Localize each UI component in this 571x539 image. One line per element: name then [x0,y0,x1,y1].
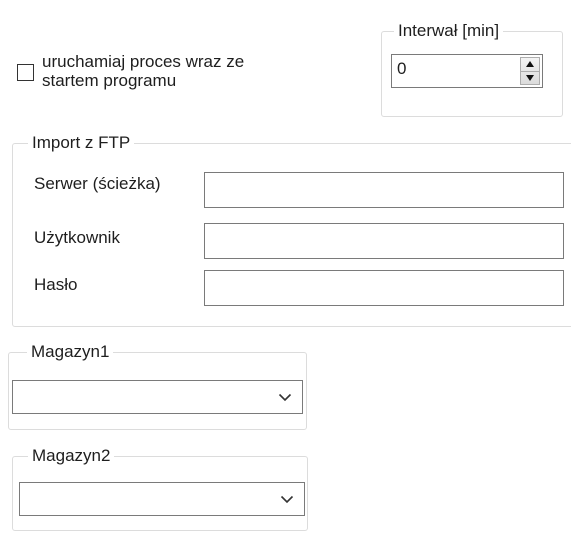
autostart-checkbox[interactable] [17,64,34,81]
warehouse2-legend: Magazyn2 [28,446,115,466]
user-label: Użytkownik [34,228,120,247]
autostart-label-line1: uruchamiaj proces wraz ze [42,52,245,71]
server-label: Serwer (ścieżka) [34,174,161,193]
chevron-down-icon[interactable] [280,494,294,504]
server-input[interactable] [204,172,564,208]
warehouse1-combobox[interactable] [12,380,303,414]
spin-up-icon[interactable] [526,61,534,67]
interval-spin-buttons[interactable] [520,57,540,85]
chevron-down-icon[interactable] [278,392,292,402]
password-label: Hasło [34,275,78,294]
warehouse2-group: Magazyn2 [12,446,308,531]
interval-numeric-input[interactable]: 0 [391,54,543,88]
interval-legend: Interwał [min] [394,21,504,41]
spin-divider [521,71,539,72]
ftp-import-group: Import z FTP Serwer (ścieżka) Użytkownik… [12,133,571,327]
spin-down-icon[interactable] [526,75,534,81]
interval-value: 0 [397,59,407,78]
user-input[interactable] [204,223,564,259]
interval-group: Interwał [min] 0 [381,21,563,117]
warehouse1-group: Magazyn1 [8,342,307,430]
warehouse2-combobox[interactable] [19,482,305,516]
autostart-label-line2: startem programu [42,71,177,90]
ftp-import-legend: Import z FTP [28,133,135,153]
password-input[interactable] [204,270,564,306]
warehouse1-legend: Magazyn1 [27,342,114,362]
autostart-label: uruchamiaj proces wraz ze startem progra… [42,52,244,90]
